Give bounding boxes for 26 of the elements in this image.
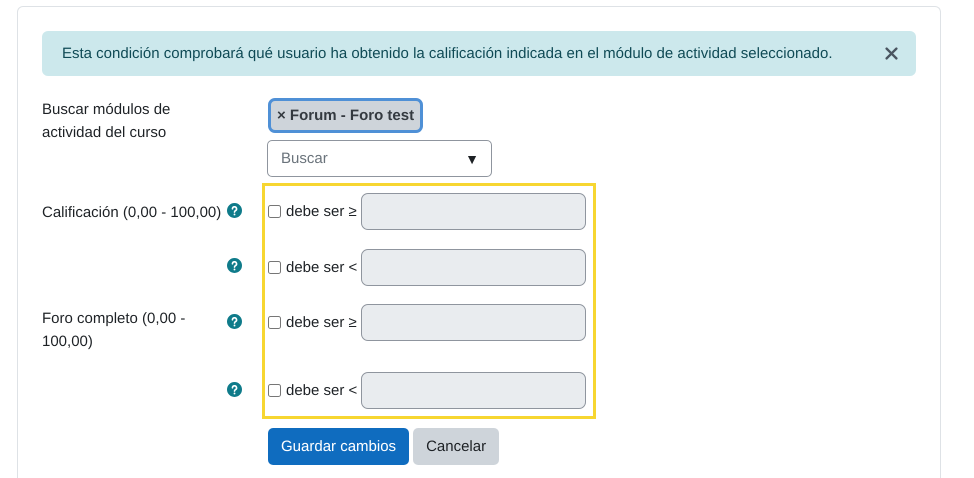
field-label: Calificación (0,00 - 100,00) [42,203,222,223]
save-button[interactable]: Guardar cambios [268,428,410,465]
selected-item-chip[interactable]: × Forum - Foro test [268,98,424,133]
checkbox[interactable] [268,384,281,397]
help-icon[interactable] [227,258,242,273]
alert-text: Esta condición comprobará qué usuario ha obtenido la calificación indicada en el módulo de actividad seleccionado. [62,45,832,62]
input-field[interactable] [361,249,586,286]
close-icon [885,47,898,60]
field-label: Buscar módulos de actividad del curso [42,100,172,143]
operator-label: debe ser ≥ [286,203,357,220]
operator-label: debe ser < [286,259,358,276]
operator-label: debe ser < [286,382,358,399]
field-label: Foro completo (0,00 - 100,00) [42,309,186,352]
help-icon[interactable] [227,382,242,397]
input-field[interactable] [360,304,586,341]
close-button[interactable] [885,47,898,60]
checkbox[interactable] [268,261,281,274]
checkbox[interactable] [268,316,281,329]
search-select[interactable]: Buscar ▼ [267,140,492,177]
operator-label: debe ser ≥ [286,314,357,331]
input-field[interactable] [360,193,586,230]
checkbox[interactable] [268,205,281,218]
cancel-button[interactable]: Cancelar [413,428,500,465]
help-icon[interactable] [227,203,242,218]
input-field[interactable] [361,372,586,409]
help-icon[interactable] [227,314,242,329]
